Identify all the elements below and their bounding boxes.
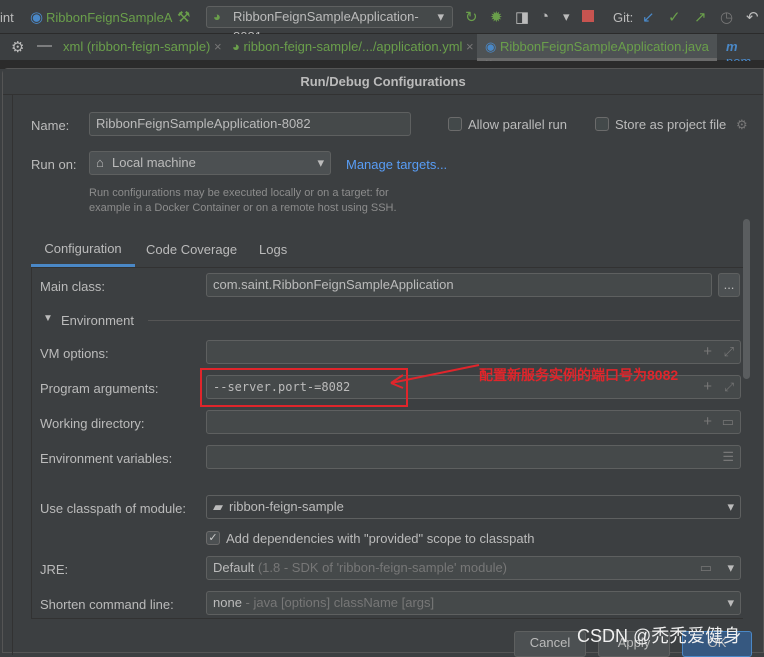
scrollbar[interactable]: [743, 219, 750, 379]
env-vars-label: Environment variables:: [40, 451, 173, 466]
store-project-checkbox[interactable]: [595, 117, 609, 131]
add-deps-label: Add dependencies with "provided" scope t…: [226, 531, 535, 546]
jre-hint: (1.8 - SDK of 'ribbon-feign-sample' modu…: [257, 560, 508, 575]
editor-tab-bar: ⚙ — xml (ribbon-feign-sample) × ◕ ribbon…: [0, 34, 764, 70]
expand-icon[interactable]: ⤢: [724, 376, 734, 398]
editor-tab-active[interactable]: ◉ RibbonFeignSampleApplication.java ×: [477, 34, 717, 70]
minimize-icon[interactable]: —: [37, 37, 52, 54]
plus-icon[interactable]: +: [703, 376, 712, 398]
folder-icon[interactable]: ▭: [722, 411, 734, 433]
home-icon: ⌂: [96, 155, 104, 170]
shorten-dropdown[interactable]: none - java [options] className [args] ▾: [206, 591, 741, 615]
profile-icon[interactable]: ◔: [540, 8, 549, 25]
main-toolbar: int ◉ RibbonFeignSampleA ⚒ RibbonFeignSa…: [0, 0, 764, 44]
run-on-label: Run on:: [31, 157, 77, 172]
run-config-selector[interactable]: RibbonFeignSampleApplication-8081 ▾ ◕: [206, 6, 453, 44]
run-on-value: Local machine: [112, 155, 196, 170]
main-class-input[interactable]: com.saint.RibbonFeignSampleApplication: [206, 273, 712, 297]
list-icon[interactable]: ☰: [722, 446, 734, 468]
annotation-arrow: [390, 364, 480, 389]
debug-bug-icon[interactable]: ✹: [490, 8, 503, 26]
classpath-dropdown[interactable]: ▰ ribbon-feign-sample ▾: [206, 495, 741, 519]
gear-icon[interactable]: ⚙: [11, 38, 24, 56]
watermark: CSDN @禿禿爱健身: [577, 626, 742, 646]
classpath-value: ribbon-feign-sample: [229, 499, 344, 514]
folder-icon[interactable]: ▭: [700, 557, 712, 579]
history-icon[interactable]: ◷: [720, 8, 733, 26]
jre-dropdown[interactable]: Default (1.8 - SDK of 'ribbon-feign-samp…: [206, 556, 741, 580]
main-class-label: Main class:: [40, 279, 106, 294]
tab-logs[interactable]: Logs: [259, 242, 287, 257]
add-deps-checkbox[interactable]: ✓: [206, 531, 220, 545]
manage-targets-link[interactable]: Manage targets...: [346, 157, 447, 172]
spring-boot-icon: ◉: [30, 9, 44, 26]
editor-tab[interactable]: xml (ribbon-feign-sample) ×: [63, 39, 222, 54]
config-tree-edge: [3, 95, 13, 655]
java-class-icon: ◉: [485, 39, 497, 54]
module-folder-icon: ▰: [213, 499, 223, 514]
working-dir-input[interactable]: + ▭: [206, 410, 741, 434]
name-input[interactable]: RibbonFeignSampleApplication-8082: [89, 112, 411, 136]
shorten-hint: - java [options] className [args]: [245, 595, 435, 610]
chevron-down-icon: ▾: [727, 499, 734, 514]
shorten-label: Shorten command line:: [40, 597, 174, 612]
build-hammer-icon[interactable]: ⚒: [177, 8, 190, 26]
browse-button[interactable]: ...: [718, 273, 740, 297]
tab-label: RibbonFeignSampleApplication.java: [499, 39, 709, 54]
chevron-down-icon[interactable]: ▾: [563, 9, 570, 25]
working-dir-label: Working directory:: [40, 416, 145, 431]
coverage-icon[interactable]: ◨: [515, 8, 529, 26]
help-text: Run configurations may be executed local…: [89, 187, 389, 199]
plus-icon[interactable]: +: [703, 341, 712, 363]
annotation-text: 配置新服务实例的端口号为8082: [479, 367, 679, 383]
close-icon[interactable]: ×: [214, 39, 222, 54]
undo-icon[interactable]: ↶: [746, 8, 759, 26]
git-label: Git:: [613, 10, 634, 25]
editor-tab[interactable]: ◕ ribbon-feign-sample/.../application.ym…: [232, 39, 474, 54]
chevron-down-icon[interactable]: ▾: [727, 557, 734, 579]
tab-label: xml (ribbon-feign-sample): [63, 39, 211, 54]
program-args-label: Program arguments:: [40, 381, 159, 396]
tab-code-coverage[interactable]: Code Coverage: [146, 242, 237, 257]
close-icon[interactable]: ×: [466, 39, 474, 54]
breadcrumb-item[interactable]: int: [0, 10, 14, 25]
help-text: example in a Docker Container or on a re…: [89, 202, 397, 214]
expand-icon[interactable]: ⤢: [724, 341, 734, 363]
git-update-icon[interactable]: ↙: [642, 8, 655, 26]
annotation-box: [200, 368, 408, 407]
maven-icon: m: [726, 39, 738, 54]
chevron-down-icon: ▾: [727, 595, 734, 610]
chevron-down-icon: ▾: [437, 9, 444, 24]
jre-label: JRE:: [40, 562, 69, 577]
chevron-down-icon: ▾: [317, 155, 324, 170]
name-label: Name:: [31, 118, 70, 133]
gear-icon[interactable]: ⚙: [736, 117, 748, 133]
breadcrumb-project[interactable]: RibbonFeignSampleA: [46, 10, 172, 25]
collapse-triangle-icon[interactable]: ▼: [43, 313, 53, 324]
tab-label: ribbon-feign-sample/.../application.yml: [243, 39, 463, 54]
rerun-icon[interactable]: ↻: [465, 8, 478, 26]
allow-parallel-checkbox[interactable]: [448, 117, 462, 131]
allow-parallel-label: Allow parallel run: [468, 117, 567, 132]
git-commit-icon[interactable]: ✓: [668, 8, 681, 26]
section-divider: [148, 320, 740, 321]
shorten-value: none: [213, 595, 242, 610]
yaml-icon: ◕: [232, 39, 240, 54]
spring-config-icon: ◕: [213, 9, 221, 24]
tab-configuration[interactable]: Configuration: [31, 233, 135, 267]
dialog-title: Run/Debug Configurations: [3, 69, 763, 95]
stop-icon[interactable]: [582, 10, 594, 22]
run-debug-dialog: Run/Debug Configurations Name: RibbonFei…: [2, 68, 764, 657]
store-project-label: Store as project file: [615, 117, 727, 132]
env-vars-input[interactable]: ☰: [206, 445, 741, 469]
git-push-icon[interactable]: ↗: [694, 8, 707, 26]
cancel-button[interactable]: Cancel: [514, 631, 586, 657]
classpath-label: Use classpath of module:: [40, 501, 186, 516]
jre-value: Default: [213, 560, 255, 575]
vm-options-label: VM options:: [40, 346, 109, 361]
environment-section: Environment: [61, 313, 134, 328]
run-on-dropdown[interactable]: ⌂ Local machine ▾: [89, 151, 331, 175]
plus-icon[interactable]: +: [703, 411, 712, 433]
